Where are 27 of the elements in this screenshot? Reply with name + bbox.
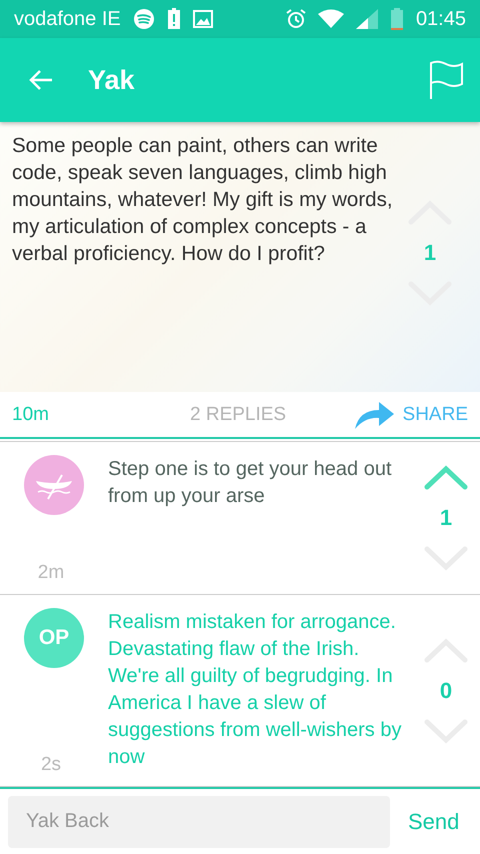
- battery-alert-icon: [166, 8, 181, 30]
- music-app-icon: [132, 8, 155, 30]
- clock-time: 01:45: [416, 8, 466, 30]
- share-arrow-icon: [352, 400, 395, 430]
- signal-icon: [356, 9, 378, 29]
- user-avatar: OP: [24, 608, 84, 668]
- replies-count: 2 REPLIES: [189, 404, 288, 426]
- image-icon: [192, 10, 213, 28]
- flag-icon[interactable]: [428, 60, 464, 100]
- battery-icon: [390, 8, 404, 30]
- reply-text: Step one is to get your head out from up your arse: [108, 457, 393, 509]
- post-text: Some people can paint, others can write code, speak seven languages, climb high mountains, whatever! My gift is my words, my articulation of complex concepts - a verbal proficiency. How do I profit?: [11, 133, 394, 267]
- vote-count: 0: [440, 678, 452, 704]
- send-button[interactable]: Send: [400, 808, 468, 834]
- reply-text: Realism mistaken for arrogance. Devastating flaw of the Irish. We're all guilty of begrudging. In America I have a slew of suggestions from well-wishers by now: [108, 610, 402, 770]
- share-button[interactable]: SHARE: [352, 400, 468, 430]
- alarm-icon: [286, 9, 306, 29]
- wifi-icon: [318, 9, 344, 29]
- vote-count: 1: [440, 505, 452, 531]
- reply-age: 2m: [38, 562, 66, 584]
- post-age: 10m: [12, 404, 50, 426]
- vote-count: 1: [424, 240, 436, 266]
- reply-input-field[interactable]: Yak Back: [8, 796, 390, 848]
- reply-age: 2s: [40, 754, 62, 776]
- upvote-icon[interactable]: [424, 465, 468, 491]
- screen-title: Yak: [88, 64, 135, 96]
- carrier-name: vodafone IE: [14, 8, 121, 30]
